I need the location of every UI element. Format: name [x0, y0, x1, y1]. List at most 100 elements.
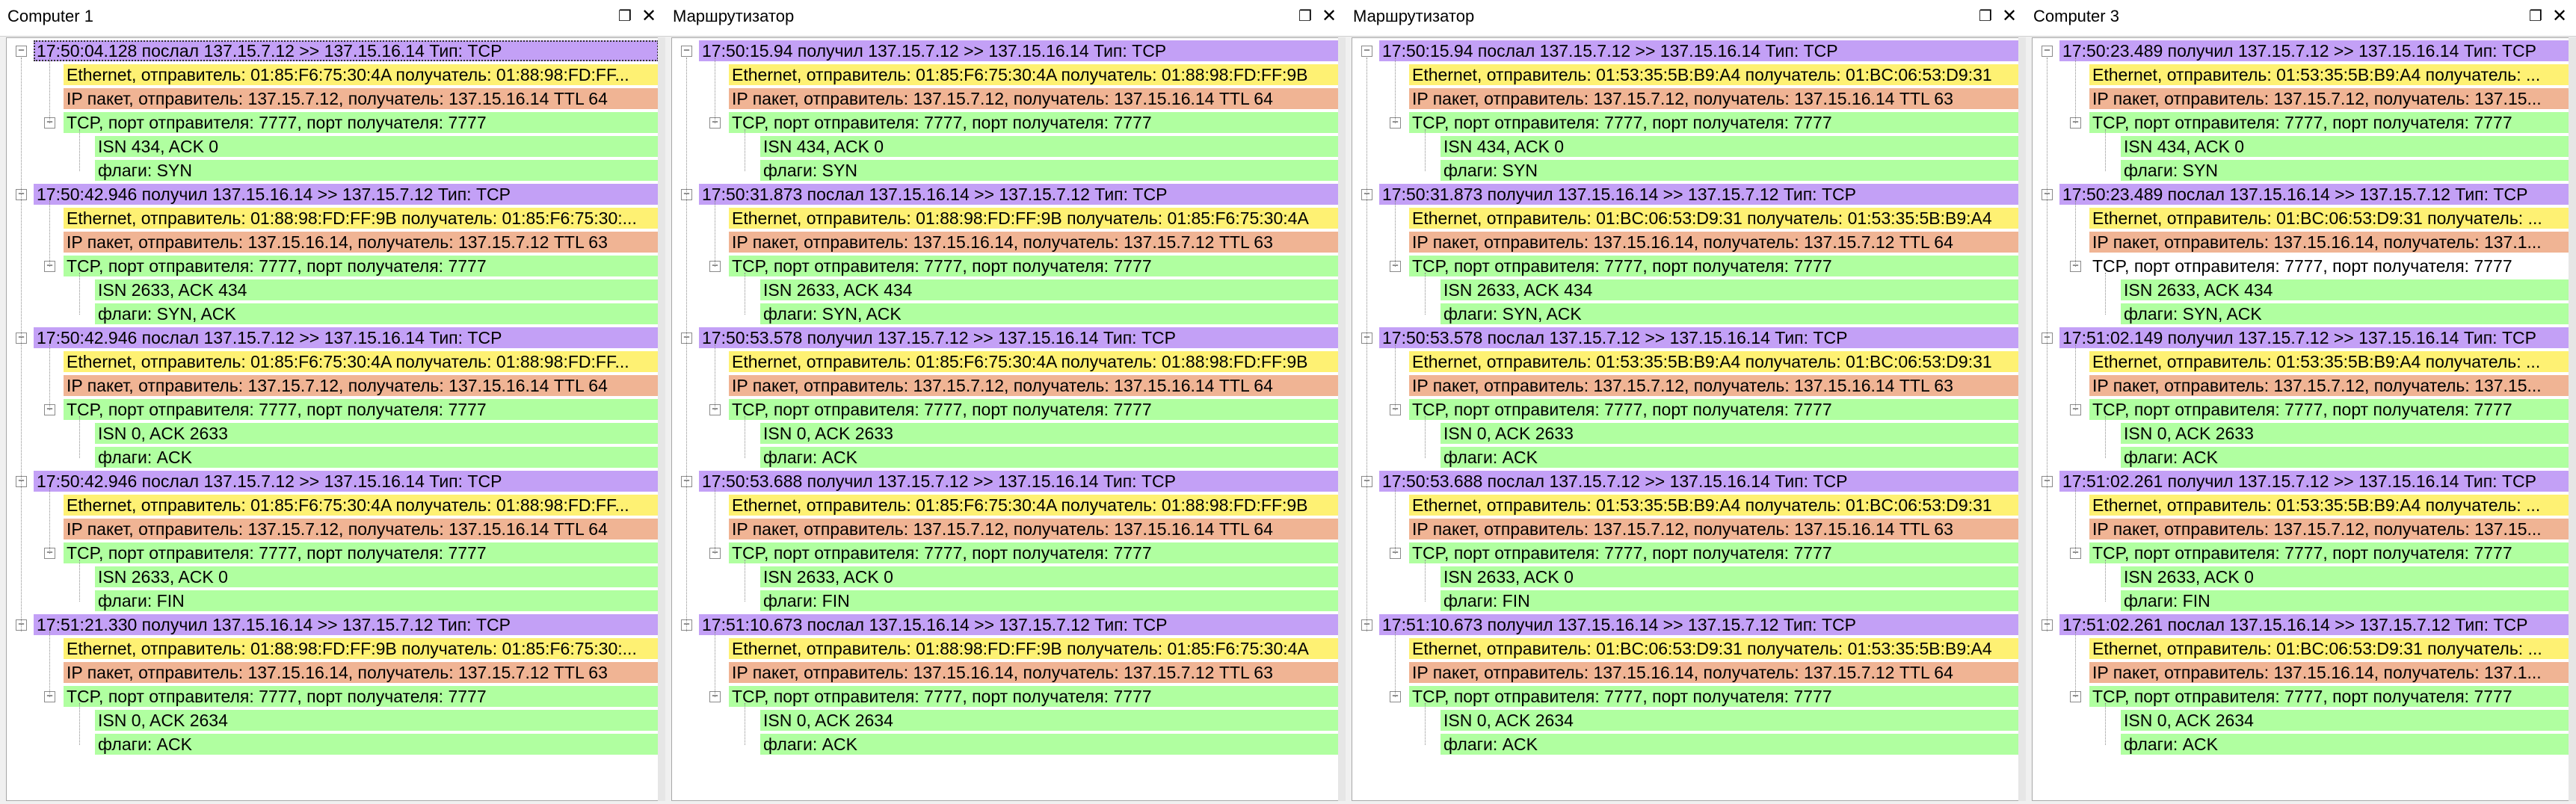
- packet-header[interactable]: 17:51:02.261 получил 137.15.7.12 >> 137.…: [2059, 471, 2569, 492]
- ethernet-line[interactable]: Ethernet, отправитель: 01:88:98:FD:FF:9B…: [729, 208, 1339, 229]
- tree-row[interactable]: IP пакет, отправитель: 137.15.7.12, полу…: [1352, 87, 2019, 110]
- packet-header[interactable]: 17:50:15.94 получил 137.15.7.12 >> 137.1…: [699, 40, 1339, 61]
- tcp-line[interactable]: TCP, порт отправителя: 7777, порт получа…: [729, 686, 1339, 707]
- ip-line[interactable]: IP пакет, отправитель: 137.15.16.14, пол…: [729, 232, 1339, 253]
- ip-line[interactable]: IP пакет, отправитель: 137.15.7.12, полу…: [729, 519, 1339, 539]
- packet-header[interactable]: 17:51:02.261 послал 137.15.16.14 >> 137.…: [2059, 614, 2569, 635]
- ethernet-line[interactable]: Ethernet, отправитель: 01:53:35:5B:B9:A4…: [2089, 495, 2569, 516]
- tree-row[interactable]: флаги: ACK: [7, 733, 659, 755]
- isn-ack-line[interactable]: ISN 0, ACK 2634: [95, 710, 659, 731]
- tcp-line[interactable]: TCP, порт отправителя: 7777, порт получа…: [64, 399, 659, 420]
- ethernet-line[interactable]: Ethernet, отправитель: 01:53:35:5B:B9:A4…: [2089, 64, 2569, 85]
- tcp-line[interactable]: TCP, порт отправителя: 7777, порт получа…: [64, 112, 659, 133]
- pane-titlebar[interactable]: Computer 3 ❐ ✕: [2026, 0, 2576, 37]
- tree-row[interactable]: −17:51:10.673 получил 137.15.16.14 >> 13…: [1352, 613, 2019, 636]
- tree-row[interactable]: IP пакет, отправитель: 137.15.7.12, полу…: [7, 87, 659, 110]
- isn-ack-line[interactable]: ISN 434, ACK 0: [95, 136, 659, 157]
- tree-row[interactable]: Ethernet, отправитель: 01:BC:06:53:D9:31…: [1352, 207, 2019, 229]
- restore-icon[interactable]: ❐: [2525, 4, 2546, 29]
- packet-tree[interactable]: −17:50:15.94 получил 137.15.7.12 >> 137.…: [671, 37, 1340, 801]
- tree-row[interactable]: −17:50:42.946 получил 137.15.16.14 >> 13…: [7, 183, 659, 205]
- close-icon[interactable]: ✕: [1319, 4, 1340, 29]
- packet-header[interactable]: 17:50:53.688 послал 137.15.7.12 >> 137.1…: [1379, 471, 2019, 492]
- tree-row[interactable]: IP пакет, отправитель: 137.15.16.14, пол…: [7, 661, 659, 684]
- flags-line[interactable]: флаги: ACK: [1440, 447, 2019, 468]
- packet-header[interactable]: 17:50:23.489 послал 137.15.16.14 >> 137.…: [2059, 184, 2569, 205]
- isn-ack-line[interactable]: ISN 2633, ACK 434: [760, 279, 1339, 300]
- tcp-line[interactable]: TCP, порт отправителя: 7777, порт получа…: [2089, 399, 2569, 420]
- tree-row[interactable]: − TCP, порт отправителя: 7777, порт получ…: [1352, 542, 2019, 564]
- ethernet-line[interactable]: Ethernet, отправитель: 01:88:98:FD:FF:9B…: [64, 208, 659, 229]
- ethernet-line[interactable]: Ethernet, отправитель: 01:85:F6:75:30:4A…: [64, 64, 659, 85]
- tree-row[interactable]: флаги: ACK: [7, 446, 659, 469]
- tree-row[interactable]: флаги: SYN, ACK: [672, 303, 1339, 325]
- ethernet-line[interactable]: Ethernet, отправитель: 01:53:35:5B:B9:A4…: [1409, 64, 2019, 85]
- tree-row[interactable]: ISN 0, ACK 2634: [672, 709, 1339, 732]
- flags-line[interactable]: флаги: SYN, ACK: [2121, 303, 2569, 324]
- tree-row[interactable]: ISN 0, ACK 2633: [7, 422, 659, 445]
- tree-row[interactable]: флаги: ACK: [672, 733, 1339, 755]
- tree-row[interactable]: ISN 2633, ACK 434: [1352, 279, 2019, 301]
- tree-row[interactable]: −17:51:02.149 получил 137.15.7.12 >> 137…: [2033, 327, 2569, 349]
- close-icon[interactable]: ✕: [1999, 4, 2020, 29]
- tcp-line[interactable]: TCP, порт отправителя: 7777, порт получа…: [1409, 112, 2019, 133]
- ip-line[interactable]: IP пакет, отправитель: 137.15.7.12, полу…: [64, 375, 659, 396]
- tree-row[interactable]: ISN 434, ACK 0: [1352, 135, 2019, 158]
- tree-row[interactable]: −17:50:31.873 получил 137.15.16.14 >> 13…: [1352, 183, 2019, 205]
- ip-line[interactable]: IP пакет, отправитель: 137.15.7.12, полу…: [729, 375, 1339, 396]
- tree-row[interactable]: − TCP, порт отправителя: 7777, порт получ…: [7, 111, 659, 134]
- flags-line[interactable]: флаги: FIN: [2121, 590, 2569, 611]
- tree-row[interactable]: флаги: ACK: [1352, 733, 2019, 755]
- ip-line[interactable]: IP пакет, отправитель: 137.15.16.14, пол…: [2089, 662, 2569, 683]
- tree-row[interactable]: IP пакет, отправитель: 137.15.16.14, пол…: [672, 661, 1339, 684]
- ethernet-line[interactable]: Ethernet, отправитель: 01:53:35:5B:B9:A4…: [2089, 351, 2569, 372]
- tree-row[interactable]: −17:51:10.673 послал 137.15.16.14 >> 137…: [672, 613, 1339, 636]
- ip-line[interactable]: IP пакет, отправитель: 137.15.16.14, пол…: [2089, 232, 2569, 253]
- tree-row[interactable]: ISN 0, ACK 2633: [2033, 422, 2569, 445]
- ip-line[interactable]: IP пакет, отправитель: 137.15.7.12, полу…: [1409, 375, 2019, 396]
- tree-row[interactable]: Ethernet, отправитель: 01:88:98:FD:FF:9B…: [7, 207, 659, 229]
- tree-row[interactable]: − TCP, порт отправителя: 7777, порт получ…: [2033, 255, 2569, 277]
- isn-ack-line[interactable]: ISN 0, ACK 2634: [2121, 710, 2569, 731]
- ethernet-line[interactable]: Ethernet, отправитель: 01:85:F6:75:30:4A…: [729, 351, 1339, 372]
- tree-row[interactable]: IP пакет, отправитель: 137.15.16.14, пол…: [1352, 661, 2019, 684]
- ethernet-line[interactable]: Ethernet, отправитель: 01:85:F6:75:30:4A…: [729, 64, 1339, 85]
- tree-row[interactable]: − TCP, порт отправителя: 7777, порт получ…: [672, 111, 1339, 134]
- packet-header[interactable]: 17:50:31.873 получил 137.15.16.14 >> 137…: [1379, 184, 2019, 205]
- vertical-scrollbar[interactable]: [2569, 37, 2576, 801]
- isn-ack-line[interactable]: ISN 2633, ACK 0: [95, 566, 659, 587]
- tree-row[interactable]: Ethernet, отправитель: 01:53:35:5B:B9:A4…: [2033, 350, 2569, 373]
- tree-row[interactable]: − TCP, порт отправителя: 7777, порт получ…: [1352, 685, 2019, 708]
- restore-icon[interactable]: ❐: [614, 4, 635, 29]
- tree-row[interactable]: ISN 2633, ACK 0: [1352, 566, 2019, 588]
- tree-row[interactable]: −17:50:42.946 послал 137.15.7.12 >> 137.…: [7, 470, 659, 492]
- packet-header[interactable]: 17:50:15.94 послал 137.15.7.12 >> 137.15…: [1379, 40, 2019, 61]
- packet-header[interactable]: 17:50:23.489 получил 137.15.7.12 >> 137.…: [2059, 40, 2569, 61]
- tree-row[interactable]: IP пакет, отправитель: 137.15.7.12, полу…: [2033, 87, 2569, 110]
- pane-titlebar[interactable]: Computer 1 ❐ ✕: [0, 0, 665, 37]
- packet-tree[interactable]: −17:50:23.489 получил 137.15.7.12 >> 137…: [2032, 37, 2570, 801]
- ip-line[interactable]: IP пакет, отправитель: 137.15.16.14, пол…: [64, 662, 659, 683]
- collapse-toggle-icon[interactable]: −: [681, 45, 692, 57]
- tree-row[interactable]: ISN 2633, ACK 434: [7, 279, 659, 301]
- isn-ack-line[interactable]: ISN 0, ACK 2633: [760, 423, 1339, 444]
- tree-row[interactable]: Ethernet, отправитель: 01:85:F6:75:30:4A…: [7, 494, 659, 516]
- isn-ack-line[interactable]: ISN 2633, ACK 434: [2121, 279, 2569, 300]
- tree-row[interactable]: Ethernet, отправитель: 01:85:F6:75:30:4A…: [7, 350, 659, 373]
- tcp-line[interactable]: TCP, порт отправителя: 7777, порт получа…: [64, 256, 659, 276]
- flags-line[interactable]: флаги: SYN: [2121, 160, 2569, 181]
- isn-ack-line[interactable]: ISN 2633, ACK 0: [2121, 566, 2569, 587]
- tree-row[interactable]: Ethernet, отправитель: 01:53:35:5B:B9:A4…: [1352, 350, 2019, 373]
- tree-row[interactable]: IP пакет, отправитель: 137.15.7.12, полу…: [7, 518, 659, 540]
- packet-header[interactable]: 17:51:02.149 получил 137.15.7.12 >> 137.…: [2059, 327, 2569, 348]
- tree-row[interactable]: −17:50:23.489 получил 137.15.7.12 >> 137…: [2033, 40, 2569, 62]
- flags-line[interactable]: флаги: SYN: [95, 160, 659, 181]
- isn-ack-line[interactable]: ISN 2633, ACK 0: [760, 566, 1339, 587]
- ip-line[interactable]: IP пакет, отправитель: 137.15.7.12, полу…: [1409, 519, 2019, 539]
- tree-row[interactable]: −17:51:02.261 послал 137.15.16.14 >> 137…: [2033, 613, 2569, 636]
- pane-titlebar[interactable]: Маршрутизатор ❐ ✕: [1346, 0, 2026, 37]
- tree-row[interactable]: Ethernet, отправитель: 01:53:35:5B:B9:A4…: [1352, 64, 2019, 86]
- packet-header[interactable]: 17:51:21.330 получил 137.15.16.14 >> 137…: [34, 614, 659, 635]
- tree-row[interactable]: флаги: FIN: [1352, 590, 2019, 612]
- packet-header[interactable]: 17:50:53.578 получил 137.15.7.12 >> 137.…: [699, 327, 1339, 348]
